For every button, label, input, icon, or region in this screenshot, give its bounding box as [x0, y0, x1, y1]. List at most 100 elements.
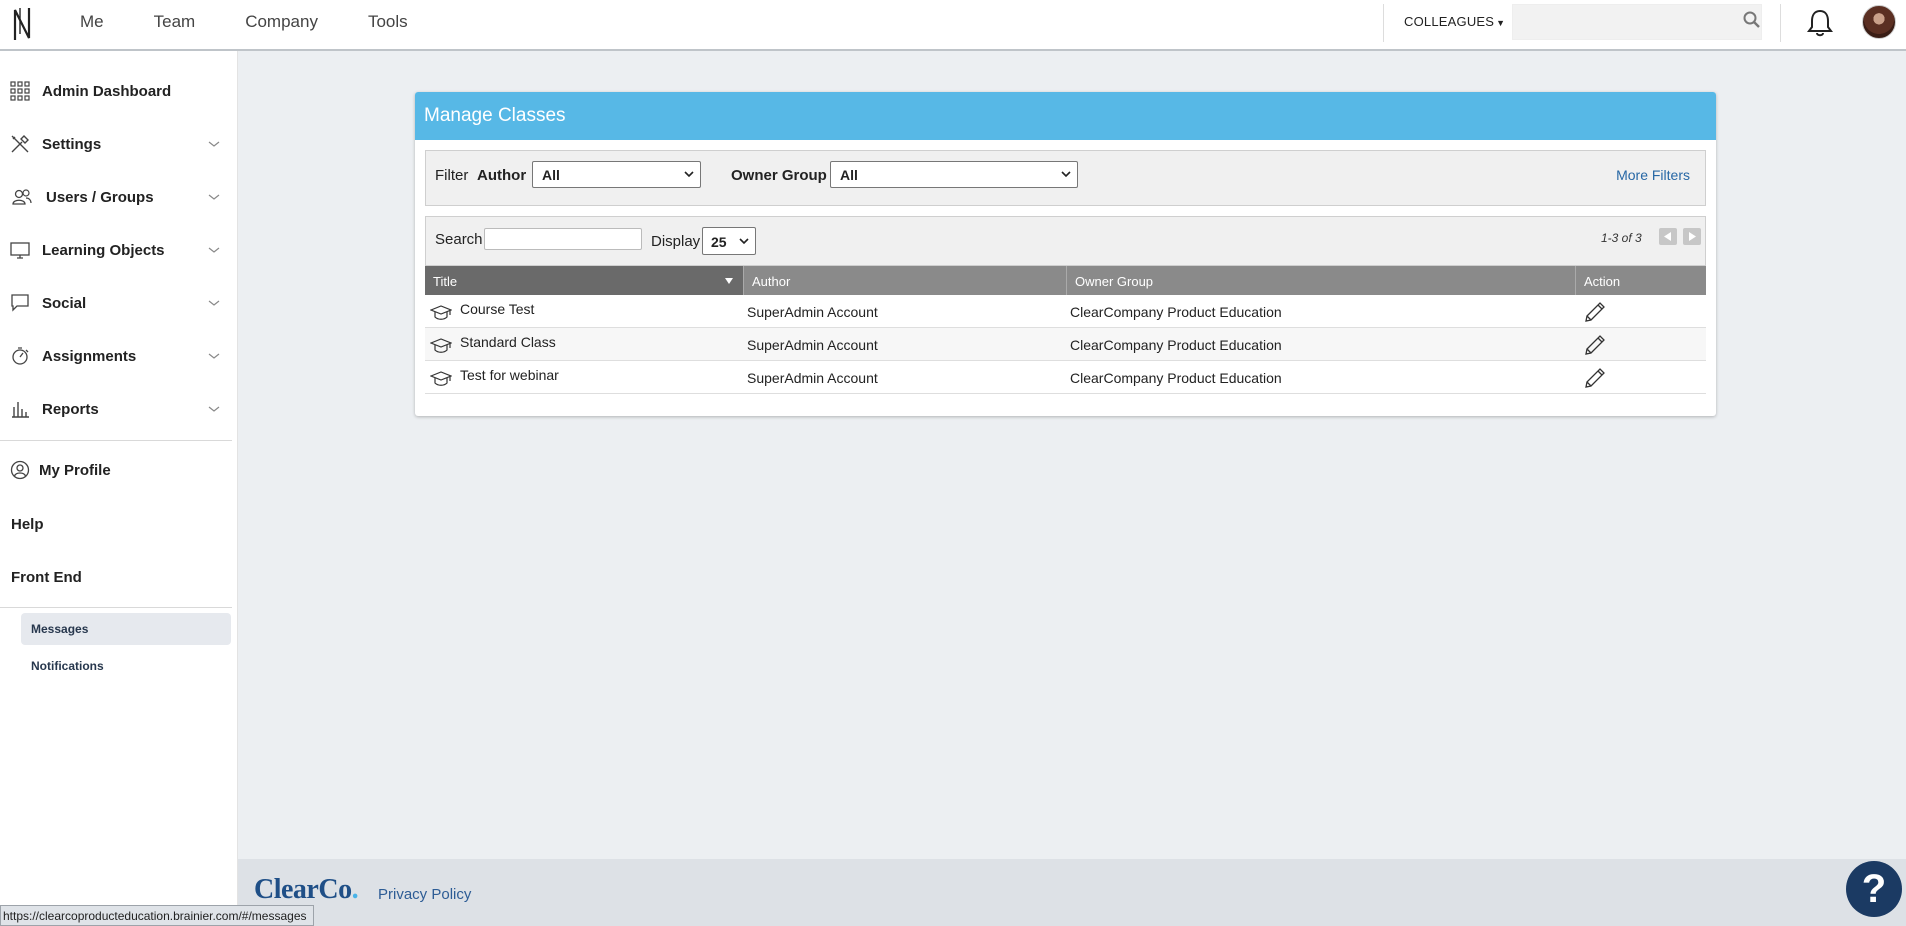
- colleagues-label: COLLEAGUES: [1404, 14, 1495, 29]
- sidebar-item-social[interactable]: Social: [0, 283, 232, 323]
- brand-logo: ClearCo.: [254, 874, 359, 906]
- divider: [1383, 4, 1384, 42]
- sidebar-item-my-profile[interactable]: My Profile: [0, 450, 232, 490]
- column-header-action: Action: [1575, 266, 1706, 295]
- sidebar-item-assignments[interactable]: Assignments: [0, 336, 232, 376]
- sidebar-item-label: Assignments: [42, 347, 137, 365]
- search-label: Search: [435, 231, 483, 248]
- privacy-policy-link[interactable]: Privacy Policy: [378, 886, 471, 903]
- sidebar-item-front-end[interactable]: Front End: [11, 569, 82, 586]
- class-title-link[interactable]: Test for webinar: [460, 367, 559, 383]
- top-bar: Me Team Company Tools COLLEAGUES ▼: [0, 0, 1906, 51]
- class-title-link[interactable]: Standard Class: [460, 334, 556, 350]
- edit-pencil-icon[interactable]: [1583, 366, 1607, 390]
- sidebar-item-learning-objects[interactable]: Learning Objects: [0, 230, 232, 270]
- edit-pencil-icon[interactable]: [1583, 300, 1607, 324]
- column-header-owner-group[interactable]: Owner Group: [1066, 266, 1575, 295]
- triangle-left-icon: [1664, 232, 1671, 241]
- chevron-down-icon: [208, 406, 220, 412]
- display-count-value: 25: [711, 234, 727, 250]
- divider: [0, 607, 232, 608]
- global-search-input[interactable]: [1512, 4, 1762, 40]
- sidebar-item-label: Admin Dashboard: [42, 82, 172, 100]
- search-input[interactable]: [484, 228, 642, 250]
- nav-tools[interactable]: Tools: [368, 12, 408, 32]
- search-bar: Search Display 25 1-3 of 3: [425, 216, 1706, 266]
- bar-chart-icon: [12, 402, 29, 418]
- users-icon: [12, 189, 32, 205]
- graduation-cap-icon: [430, 371, 452, 386]
- sidebar-item-reports[interactable]: Reports: [0, 389, 232, 429]
- search-icon[interactable]: [1743, 11, 1761, 29]
- user-circle-icon: [10, 460, 30, 480]
- owner-group-select[interactable]: All: [830, 161, 1078, 188]
- sidebar-item-settings[interactable]: Settings: [0, 124, 232, 164]
- browser-status-url: https://clearcoproducteducation.brainier…: [0, 905, 314, 926]
- column-header-label: Action: [1584, 274, 1621, 289]
- next-page-button[interactable]: [1683, 228, 1701, 245]
- sidebar-item-label: Social: [42, 294, 87, 312]
- sidebar-item-users-groups[interactable]: Users / Groups: [0, 177, 232, 217]
- chevron-down-icon: [208, 247, 220, 253]
- graduation-cap-icon: [430, 338, 452, 353]
- bell-icon[interactable]: [1806, 8, 1834, 38]
- owner-group-select-value: All: [840, 167, 858, 183]
- sidebar-item-label: Settings: [42, 135, 102, 153]
- brand-name: ClearCo: [254, 874, 352, 905]
- chevron-down-icon: [208, 141, 220, 147]
- classes-table: Title Author Owner Group Action Course T…: [425, 266, 1706, 394]
- column-header-title[interactable]: Title: [425, 266, 743, 295]
- graduation-cap-icon: [430, 305, 452, 320]
- sidebar-item-label: Users / Groups: [46, 188, 154, 206]
- filter-label: Filter: [435, 167, 469, 184]
- owner-group-cell: ClearCompany Product Education: [1070, 337, 1282, 353]
- top-nav: Me Team Company Tools: [80, 0, 458, 44]
- author-cell: SuperAdmin Account: [747, 337, 878, 353]
- chevron-down-icon: [1061, 171, 1071, 178]
- prev-page-button[interactable]: [1659, 228, 1677, 245]
- result-count: 1-3 of 3: [1601, 231, 1642, 245]
- author-select-value: All: [542, 167, 560, 183]
- author-select[interactable]: All: [532, 161, 701, 188]
- sidebar-item-admin-dashboard[interactable]: Admin Dashboard: [0, 71, 232, 111]
- caret-down-icon: ▼: [1496, 18, 1506, 28]
- panel-title: Manage Classes: [415, 92, 1716, 140]
- tools-icon: [11, 135, 29, 153]
- table-header: Title Author Owner Group Action: [425, 266, 1706, 295]
- sidebar-item-notifications[interactable]: Notifications: [21, 650, 231, 682]
- table-row: Course Test SuperAdmin Account ClearComp…: [425, 295, 1706, 328]
- chevron-down-icon: [739, 238, 749, 245]
- nav-company[interactable]: Company: [245, 12, 318, 32]
- owner-group-cell: ClearCompany Product Education: [1070, 370, 1282, 386]
- edit-pencil-icon[interactable]: [1583, 333, 1607, 357]
- chevron-down-icon: [208, 194, 220, 200]
- author-cell: SuperAdmin Account: [747, 370, 878, 386]
- table-row: Test for webinar SuperAdmin Account Clea…: [425, 361, 1706, 394]
- chat-bubble-icon: [11, 294, 29, 312]
- my-profile-label: My Profile: [39, 461, 111, 479]
- nav-me[interactable]: Me: [80, 12, 104, 32]
- sidebar: Admin Dashboard Settings Users / Groups …: [0, 51, 238, 926]
- sidebar-item-help[interactable]: Help: [11, 516, 44, 533]
- grid-icon: [10, 81, 30, 101]
- chevron-down-icon: [684, 171, 694, 178]
- column-header-author[interactable]: Author: [743, 266, 1066, 295]
- app-logo-icon[interactable]: [12, 4, 34, 44]
- display-count-select[interactable]: 25: [702, 227, 756, 255]
- table-row: Standard Class SuperAdmin Account ClearC…: [425, 328, 1706, 361]
- triangle-right-icon: [1689, 232, 1696, 241]
- colleagues-dropdown[interactable]: COLLEAGUES ▼: [1404, 14, 1505, 29]
- nav-team[interactable]: Team: [154, 12, 196, 32]
- filter-bar: Filter Author All Owner Group All More F…: [425, 150, 1706, 206]
- more-filters-link[interactable]: More Filters: [1616, 167, 1690, 183]
- brand-dot: .: [351, 874, 359, 905]
- stopwatch-icon: [12, 347, 29, 365]
- chevron-down-icon: [208, 300, 220, 306]
- sidebar-item-messages[interactable]: Messages: [21, 613, 231, 645]
- display-label: Display: [651, 233, 701, 250]
- column-header-label: Author: [752, 274, 791, 289]
- author-filter-label: Author: [477, 167, 527, 184]
- help-button[interactable]: ?: [1846, 861, 1902, 917]
- avatar[interactable]: [1862, 5, 1896, 39]
- class-title-link[interactable]: Course Test: [460, 301, 534, 317]
